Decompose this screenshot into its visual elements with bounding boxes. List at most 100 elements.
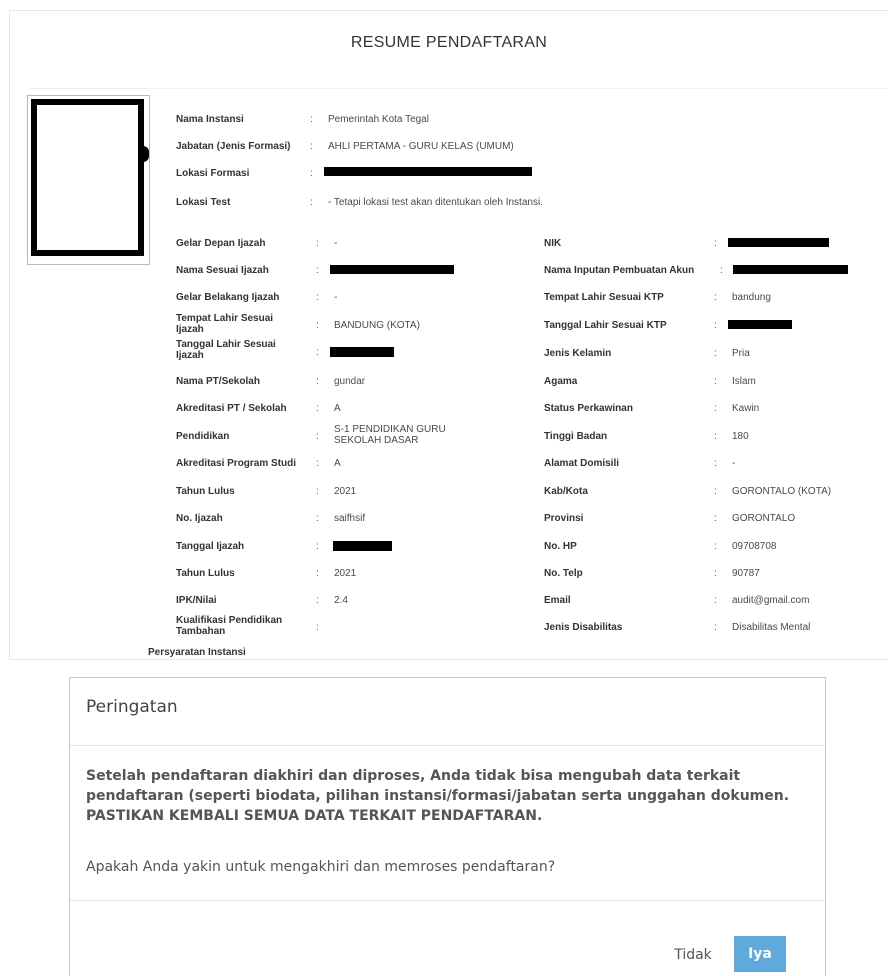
field-label-tanggal-ijazah: Tanggal Ijazah bbox=[176, 541, 245, 552]
field-label-tempat-lahir-ijazah: Tempat Lahir Sesuai Ijazah bbox=[176, 313, 274, 335]
resume-header: RESUME PENDAFTARAN bbox=[10, 11, 888, 89]
field-value-nama-pt: gundar bbox=[334, 376, 366, 387]
field-label-gelar-belakang: Gelar Belakang Ijazah bbox=[176, 292, 280, 303]
field-value-no-hp: 09708708 bbox=[732, 541, 777, 552]
colon: : bbox=[316, 541, 319, 552]
field-value-akreditasi-pt: A bbox=[334, 403, 341, 414]
field-value-lokasi-test: - Tetapi lokasi test akan ditentukan ole… bbox=[328, 197, 543, 208]
colon: : bbox=[714, 513, 717, 524]
field-value-jabatan: AHLI PERTAMA - GURU KELAS (UMUM) bbox=[328, 141, 514, 152]
colon: : bbox=[714, 238, 717, 249]
field-label-nik: NIK bbox=[544, 238, 562, 249]
field-value-gelar-depan: - bbox=[334, 238, 338, 249]
dialog-title: Peringatan bbox=[86, 697, 178, 717]
colon: : bbox=[316, 238, 319, 249]
field-label-kab-kota: Kab/Kota bbox=[544, 486, 588, 497]
field-value-provinsi: GORONTALO bbox=[732, 513, 796, 524]
field-value-tempat-lahir-ijazah: BANDUNG (KOTA) bbox=[334, 320, 420, 331]
field-label-lokasi-formasi: Lokasi Formasi bbox=[176, 168, 250, 179]
colon: : bbox=[316, 568, 319, 579]
colon: : bbox=[714, 320, 717, 331]
field-value-no-ijazah: saifhsif bbox=[334, 513, 366, 524]
field-value-status-perkawinan: Kawin bbox=[732, 403, 760, 414]
field-value-tahun-lulus: 2021 bbox=[334, 486, 357, 497]
colon: : bbox=[714, 486, 717, 497]
colon: : bbox=[714, 541, 717, 552]
colon: : bbox=[316, 431, 319, 442]
colon: : bbox=[316, 458, 319, 469]
field-label-jenis-disabilitas: Jenis Disabilitas bbox=[544, 622, 623, 633]
field-label-no-hp: No. HP bbox=[544, 541, 577, 552]
colon: : bbox=[310, 197, 313, 208]
field-label-jabatan: Jabatan (Jenis Formasi) bbox=[176, 141, 291, 152]
field-label-tanggal-lahir-ktp: Tanggal Lahir Sesuai KTP bbox=[544, 320, 667, 331]
field-label-gelar-depan: Gelar Depan Ijazah bbox=[176, 238, 266, 249]
field-label-provinsi: Provinsi bbox=[544, 513, 584, 524]
field-label-nama-instansi: Nama Instansi bbox=[176, 114, 244, 125]
field-value-kab-kota: GORONTALO (KOTA) bbox=[732, 486, 832, 497]
field-value-no-telp: 90787 bbox=[732, 568, 760, 579]
field-label-status-perkawinan: Status Perkawinan bbox=[544, 403, 633, 414]
redacted-tanggal-lahir-ktp bbox=[728, 320, 792, 329]
colon: : bbox=[316, 595, 319, 606]
field-label-tinggi-badan: Tinggi Badan bbox=[544, 431, 608, 442]
confirm-button[interactable]: Iya bbox=[734, 936, 786, 972]
field-value-email: audit@gmail.com bbox=[732, 595, 810, 606]
field-value-jenis-kelamin: Pria bbox=[732, 348, 750, 359]
resume-title: RESUME PENDAFTARAN bbox=[350, 34, 548, 51]
field-label-kualifikasi-tambahan: Kualifikasi Pendidikan Tambahan bbox=[176, 615, 283, 637]
redacted-lokasi-formasi bbox=[324, 167, 532, 176]
field-label-lokasi-test: Lokasi Test bbox=[176, 197, 231, 208]
colon: : bbox=[714, 622, 717, 633]
field-label-no-ijazah: No. Ijazah bbox=[176, 513, 223, 524]
colon: : bbox=[316, 376, 319, 387]
field-label-jenis-kelamin: Jenis Kelamin bbox=[544, 348, 612, 359]
field-value-alamat-domisili: - bbox=[732, 458, 736, 469]
field-label-tahun-lulus-2: Tahun Lulus bbox=[176, 568, 235, 579]
field-value-jenis-disabilitas: Disabilitas Mental bbox=[732, 622, 811, 633]
colon: : bbox=[316, 347, 319, 358]
field-value-gelar-belakang: - bbox=[334, 292, 338, 303]
colon: : bbox=[310, 141, 313, 152]
dialog-footer-divider bbox=[70, 900, 825, 901]
field-value-tahun-lulus-2: 2021 bbox=[334, 568, 357, 579]
cancel-button[interactable]: Tidak bbox=[666, 938, 720, 972]
field-label-alamat-domisili: Alamat Domisili bbox=[544, 458, 620, 469]
colon: : bbox=[310, 168, 313, 179]
colon: : bbox=[316, 403, 319, 414]
colon: : bbox=[316, 320, 319, 331]
field-label-email: Email bbox=[544, 595, 571, 606]
field-label-nama-pt: Nama PT/Sekolah bbox=[176, 376, 260, 387]
colon: : bbox=[714, 568, 717, 579]
header-divider bbox=[30, 88, 888, 89]
photo-frame bbox=[27, 95, 150, 265]
field-label-agama: Agama bbox=[544, 376, 578, 387]
colon: : bbox=[316, 486, 319, 497]
colon: : bbox=[720, 265, 723, 276]
field-value-agama: Islam bbox=[732, 376, 756, 387]
redacted-nama-akun bbox=[733, 265, 848, 274]
colon: : bbox=[714, 458, 717, 469]
dialog-header-divider bbox=[70, 745, 825, 746]
confirmation-dialog: Peringatan Setelah pendaftaran diakhiri … bbox=[69, 677, 826, 976]
dialog-question: Apakah Anda yakin untuk mengakhiri dan m… bbox=[86, 859, 556, 875]
field-label-tanggal-lahir-ijazah: Tanggal Lahir Sesuai Ijazah bbox=[176, 339, 276, 361]
redacted-nik bbox=[728, 238, 829, 247]
field-label-no-telp: No. Telp bbox=[544, 568, 583, 579]
field-label-nama-ijazah: Nama Sesuai Ijazah bbox=[176, 265, 269, 276]
colon: : bbox=[714, 292, 717, 303]
field-value-tinggi-badan: 180 bbox=[732, 431, 749, 442]
field-value-ipk: 2.4 bbox=[334, 595, 348, 606]
colon: : bbox=[316, 292, 319, 303]
colon: : bbox=[316, 265, 319, 276]
colon: : bbox=[316, 513, 319, 524]
colon: : bbox=[714, 431, 717, 442]
field-label-pendidikan: Pendidikan bbox=[176, 431, 230, 442]
field-label-tempat-lahir-ktp: Tempat Lahir Sesuai KTP bbox=[544, 292, 664, 303]
colon: : bbox=[714, 595, 717, 606]
dialog-warning-message: Setelah pendaftaran diakhiri dan diprose… bbox=[86, 768, 790, 824]
persyaratan-instansi-label: Persyaratan Instansi bbox=[148, 647, 246, 658]
colon: : bbox=[310, 114, 313, 125]
field-value-akreditasi-prodi: A bbox=[334, 458, 341, 469]
colon: : bbox=[714, 348, 717, 359]
